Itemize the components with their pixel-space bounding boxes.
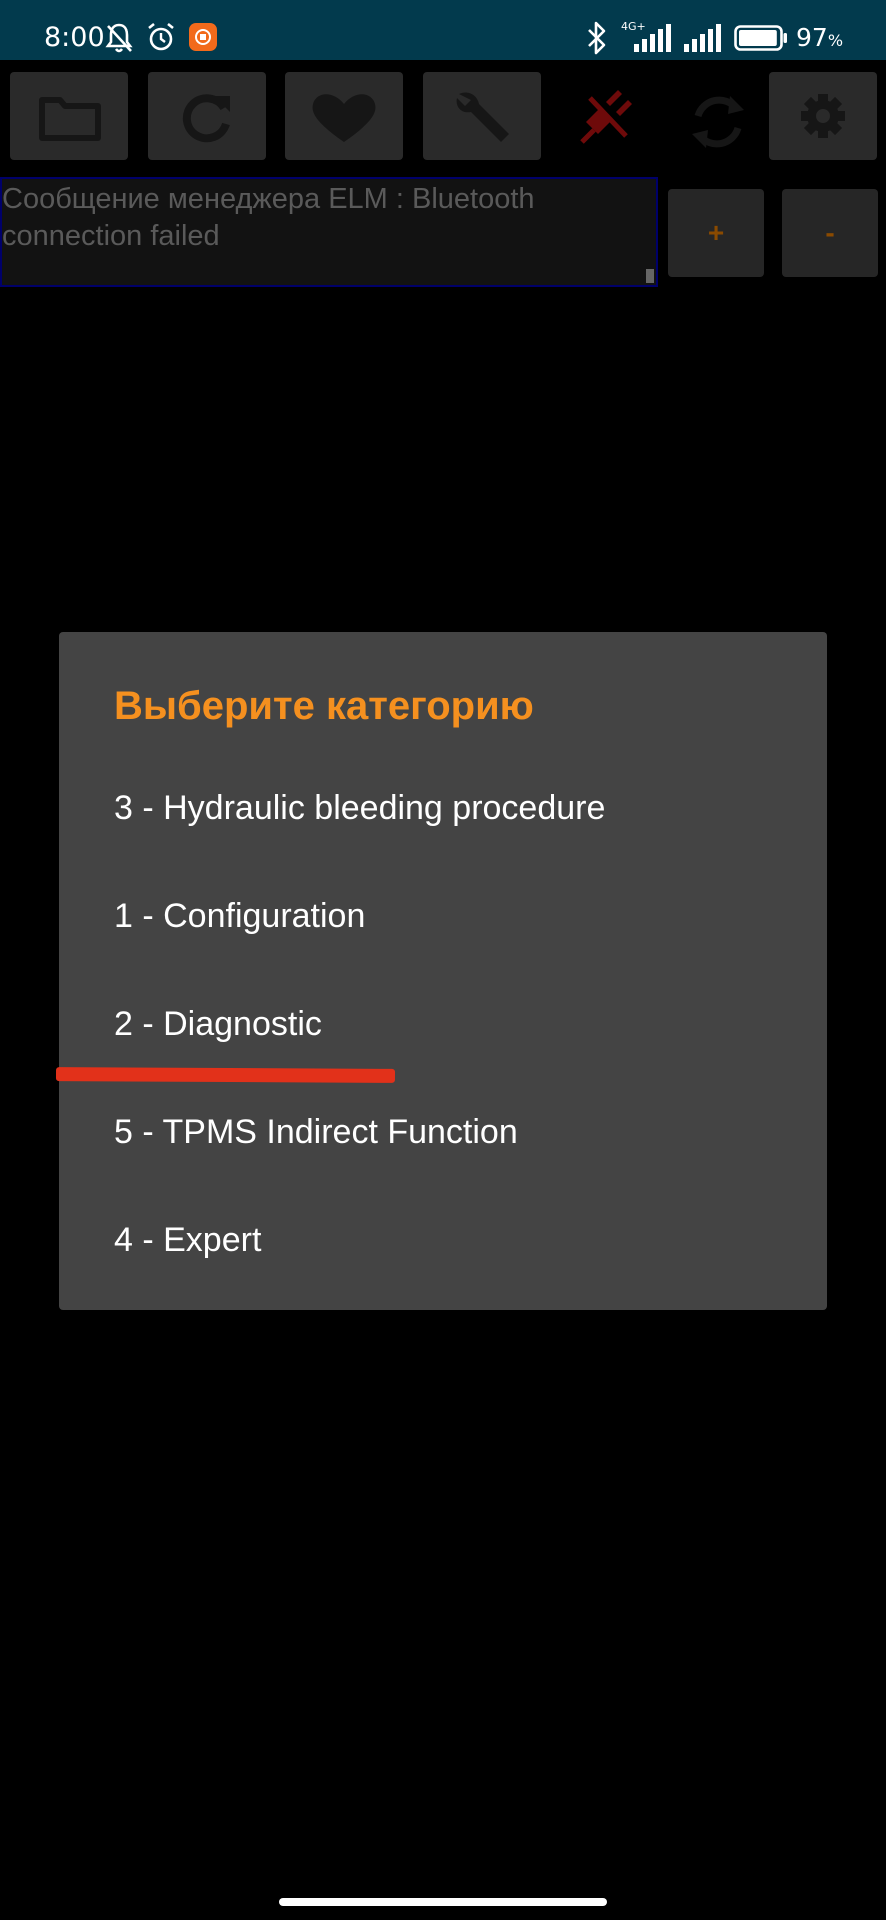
category-item-label: 1 - Configuration <box>114 897 366 935</box>
signal-icon <box>684 24 721 52</box>
category-item-tpms-indirect[interactable]: 5 - TPMS Indirect Function <box>59 1078 827 1186</box>
category-item-diagnostic[interactable]: 2 - Diagnostic <box>59 970 827 1078</box>
open-file-button[interactable] <box>10 72 128 160</box>
category-item-expert[interactable]: 4 - Expert <box>59 1186 827 1294</box>
refresh-button[interactable] <box>148 72 266 160</box>
settings-icon <box>801 94 845 138</box>
category-item-hydraulic-bleeding[interactable]: 3 - Hydraulic bleeding procedure <box>59 754 827 862</box>
battery-percent-symbol: % <box>827 31 844 50</box>
settings-button[interactable] <box>769 72 877 160</box>
favorites-button[interactable] <box>285 72 403 160</box>
heart-icon <box>312 94 376 142</box>
category-item-label: 4 - Expert <box>114 1221 262 1259</box>
mi-app-icon <box>189 23 217 51</box>
log-scrollbar[interactable] <box>646 269 654 283</box>
dialog-title: Выберите категорию <box>114 684 534 728</box>
category-item-label: 3 - Hydraulic bleeding procedure <box>114 789 606 827</box>
folder-icon <box>39 97 101 141</box>
connection-status-button[interactable] <box>576 84 636 148</box>
wrench-icon <box>456 92 509 142</box>
category-item-label: 5 - TPMS Indirect Function <box>114 1113 518 1151</box>
disconnected-icon <box>580 90 632 144</box>
zoom-out-button[interactable]: - <box>782 189 878 277</box>
battery-percent-value: 97 <box>796 23 828 52</box>
tools-button[interactable] <box>423 72 541 160</box>
home-indicator[interactable] <box>279 1898 607 1906</box>
signal-icon <box>634 24 671 52</box>
category-item-configuration[interactable]: 1 - Configuration <box>59 862 827 970</box>
category-item-label: 2 - Diagnostic <box>114 1005 322 1043</box>
elm-message-log[interactable]: Сообщение менеджера ELM : Bluetooth conn… <box>0 177 658 287</box>
mute-bell-icon <box>105 23 133 53</box>
zoom-in-button[interactable]: + <box>668 189 764 277</box>
sync-icon <box>692 96 744 148</box>
status-time: 8:00 <box>44 22 105 53</box>
annotation-underline <box>55 1067 396 1083</box>
battery-percent: 97% <box>796 22 843 57</box>
alarm-icon <box>148 22 174 51</box>
sync-button[interactable] <box>680 86 756 158</box>
status-bar: 8:00 4G+ 97% <box>0 0 886 60</box>
category-dialog: Выберите категорию 3 - Hydraulic bleedin… <box>59 632 827 1310</box>
app-screen: 8:00 4G+ 97% Сообщение менеджера ELM: B… <box>0 0 886 1920</box>
refresh-icon <box>182 94 230 143</box>
elm-message-text: Сообщение менеджера ELM : Bluetooth conn… <box>2 183 535 252</box>
bluetooth-icon <box>588 21 606 55</box>
battery-icon <box>734 25 787 51</box>
